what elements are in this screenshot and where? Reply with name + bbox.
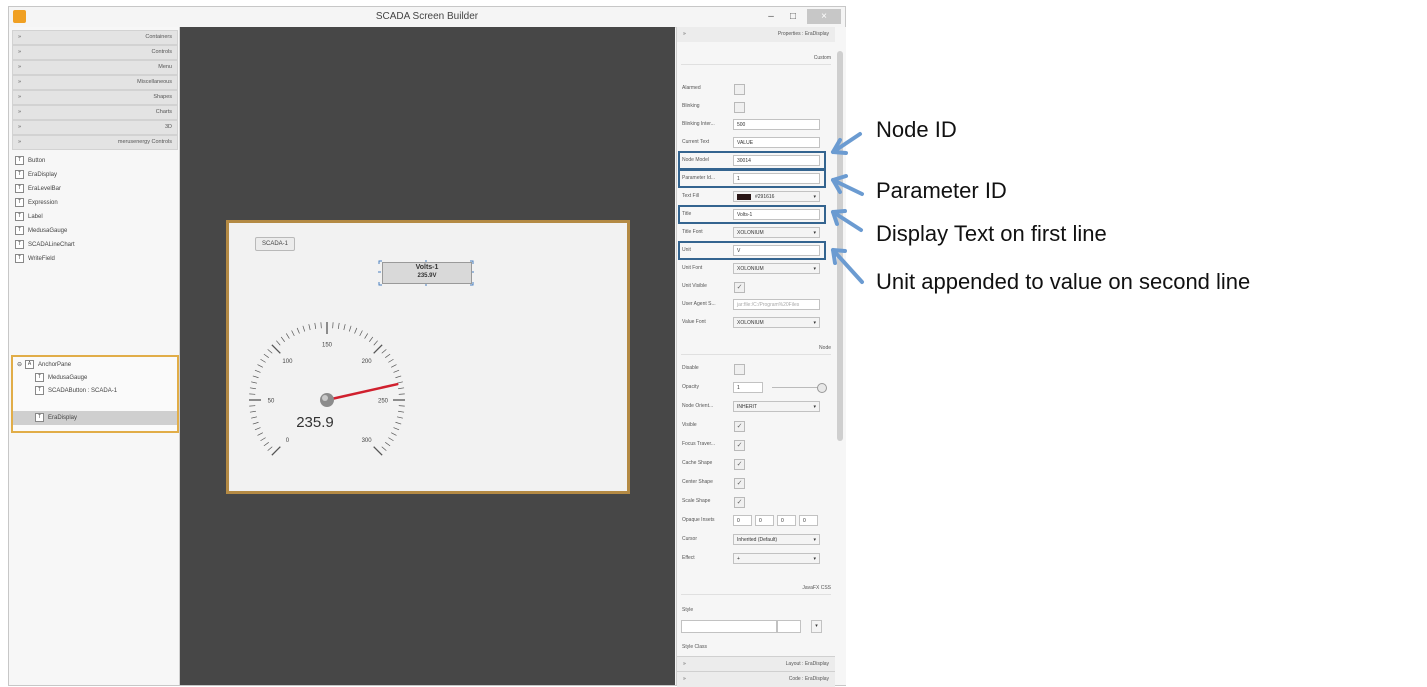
unit-arrow-shaft: [831, 248, 864, 284]
annotation-unit: Unit appended to value on second line: [876, 269, 1251, 294]
annotation-display-text: Display Text on first line: [876, 221, 1107, 246]
annotation-parameter-id: Parameter ID: [876, 178, 1007, 203]
annotation-node-id: Node ID: [876, 117, 957, 142]
annotation-arrows: [831, 132, 864, 284]
